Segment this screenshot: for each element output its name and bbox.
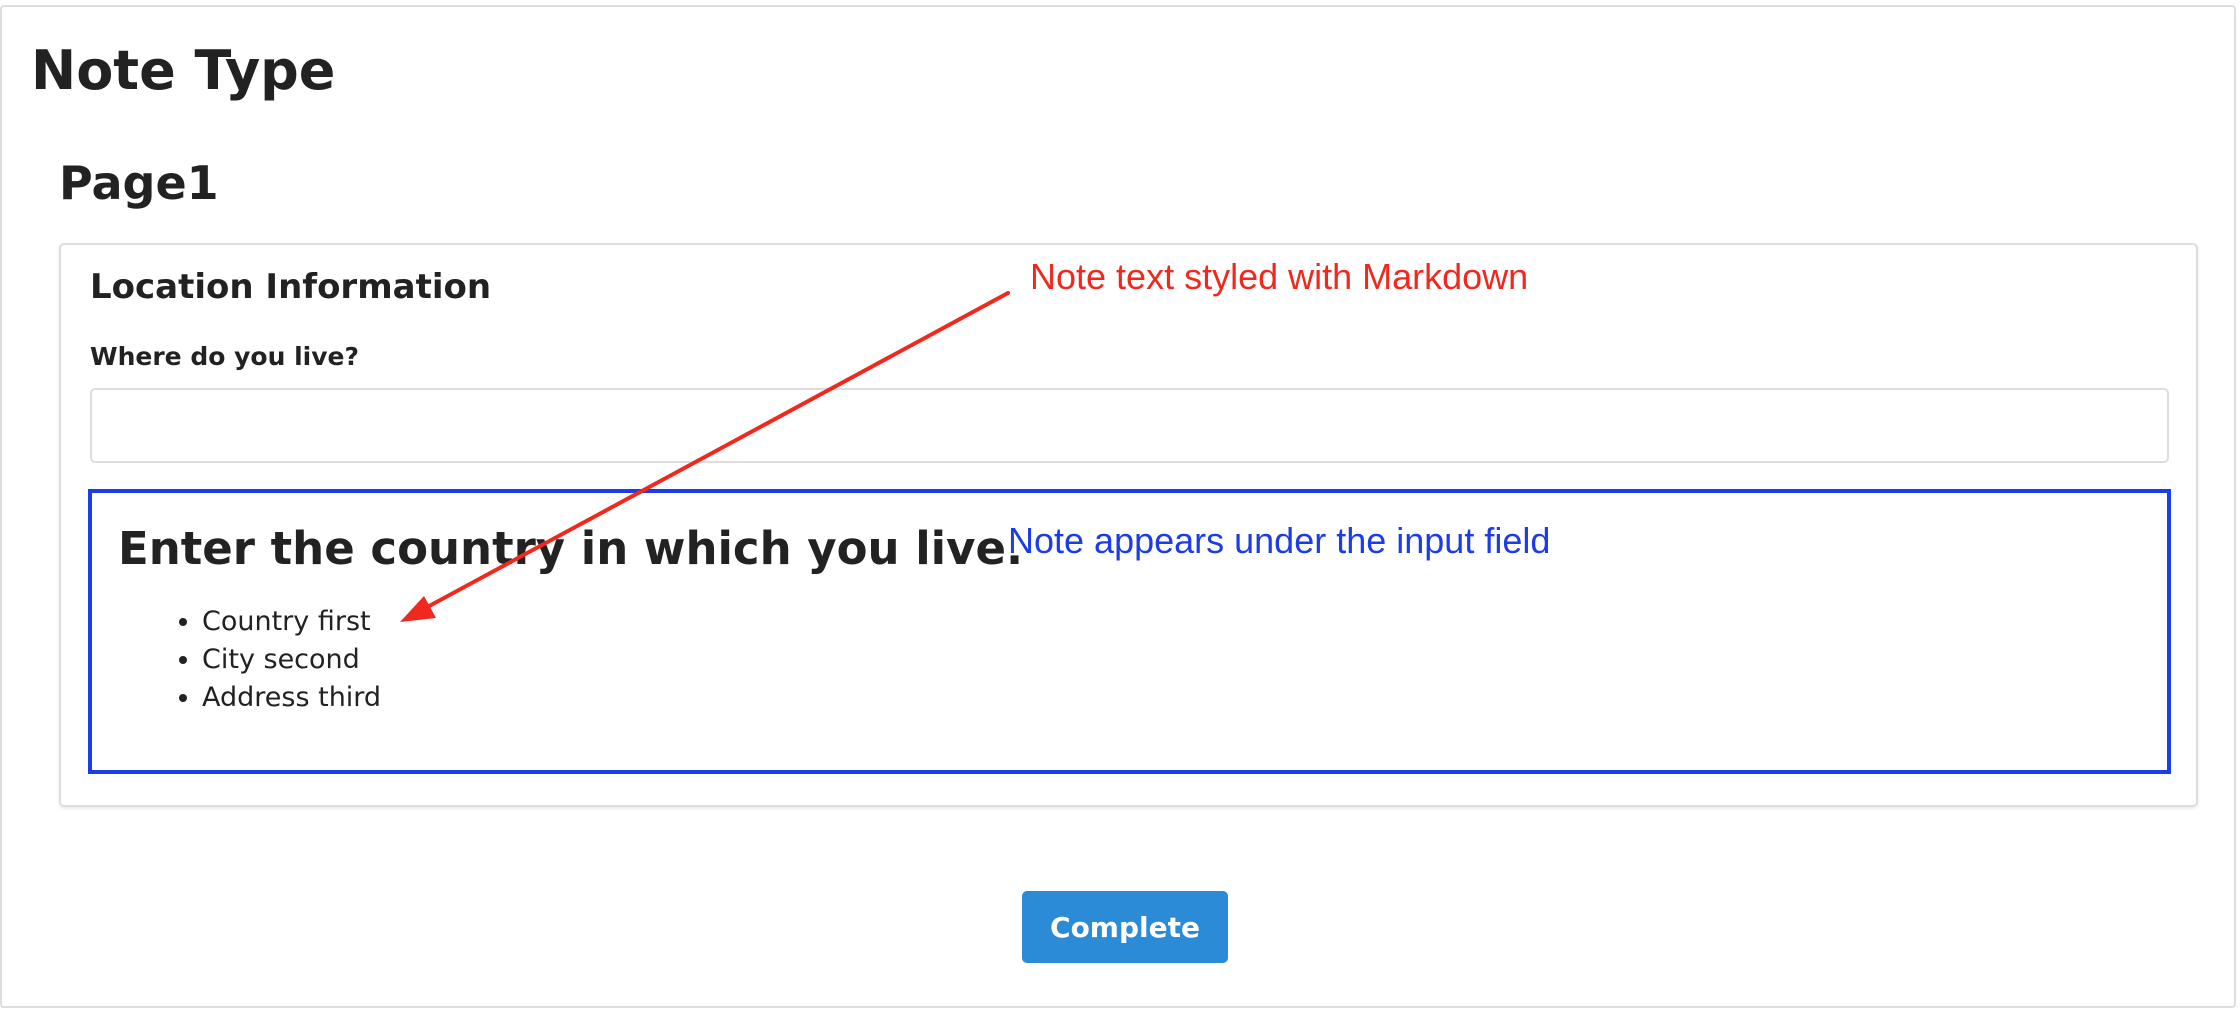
panel-title: Location Information — [90, 267, 492, 307]
note-heading: Enter the country in which you live. — [118, 522, 1024, 575]
survey-container: Note Type Page1 Location Information Whe… — [0, 5, 2236, 1008]
annotation-markdown-note: Note text styled with Markdown — [1030, 256, 1529, 297]
where-do-you-live-input[interactable] — [90, 388, 2169, 463]
note-list-item: Address third — [202, 679, 381, 717]
survey-title: Note Type — [31, 39, 336, 102]
complete-button[interactable]: Complete — [1022, 891, 1228, 963]
question-title: Where do you live? — [90, 342, 359, 371]
note-list: Country first City second Address third — [170, 603, 381, 717]
note-list-item: Country first — [202, 603, 381, 641]
annotation-position-note: Note appears under the input field — [1008, 520, 1551, 561]
note-list-item: City second — [202, 641, 381, 679]
page-title: Page1 — [59, 156, 219, 210]
